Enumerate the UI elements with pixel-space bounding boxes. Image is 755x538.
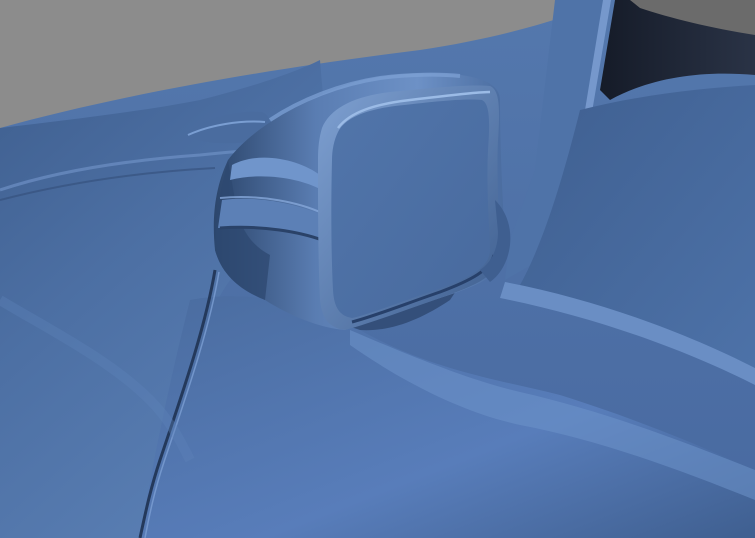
render-canvas	[0, 0, 755, 538]
viewport-3d	[0, 0, 755, 538]
